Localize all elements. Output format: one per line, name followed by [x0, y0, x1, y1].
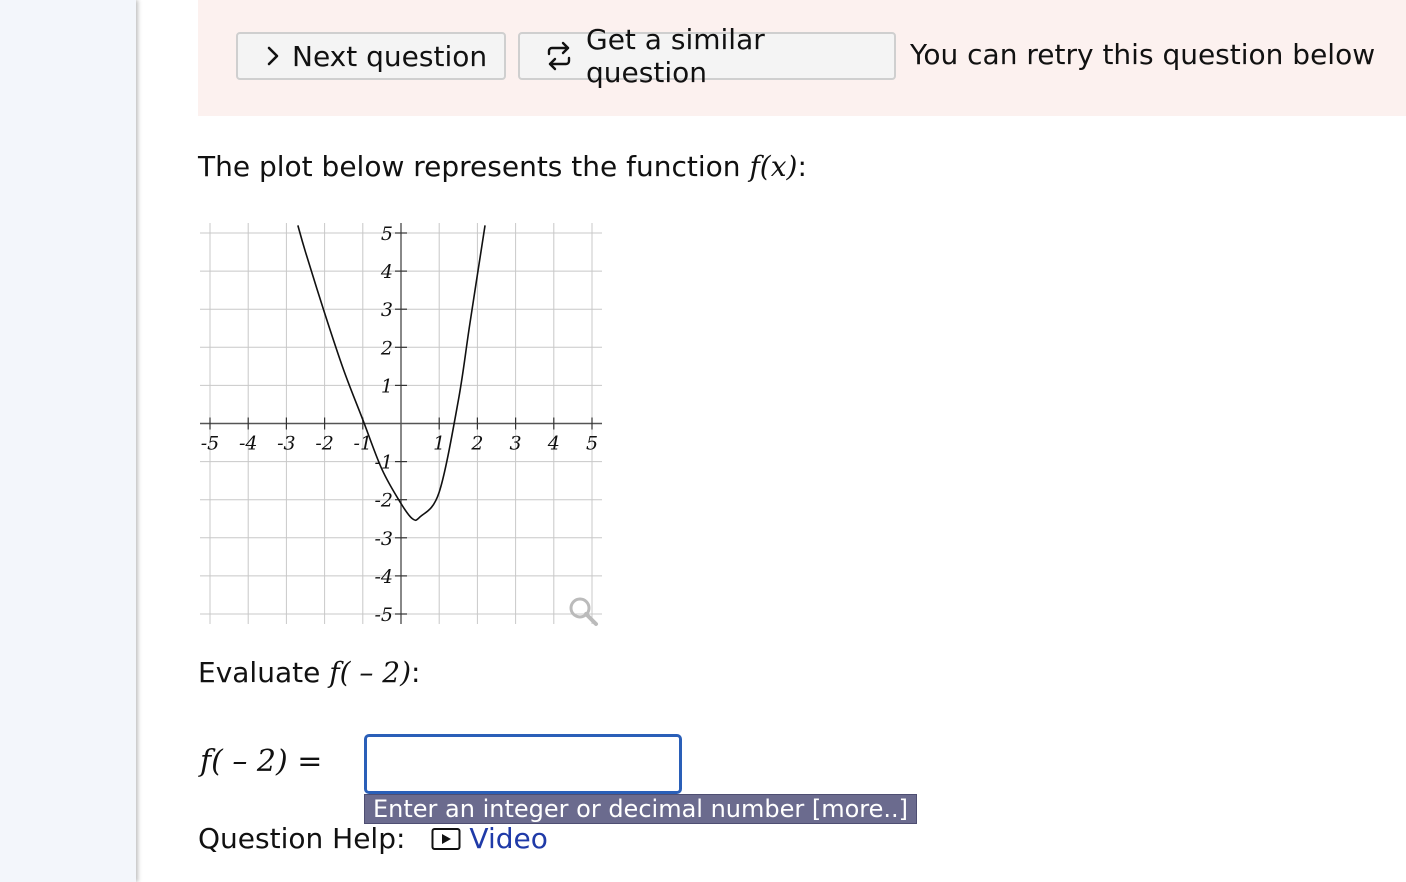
question-help-label: Question Help:	[198, 822, 406, 855]
answer-label: f( – 2) =	[200, 744, 323, 779]
answer-input[interactable]	[364, 734, 682, 794]
chevron-right-icon	[266, 45, 280, 67]
x-tick-label: -5	[201, 433, 220, 455]
video-link[interactable]: Video	[469, 822, 547, 855]
y-tick-label: 2	[380, 337, 393, 359]
y-tick-label: 4	[380, 261, 393, 283]
retry-message: You can retry this question below	[910, 38, 1376, 71]
y-tick-label: 5	[381, 223, 393, 245]
evaluate-suffix: :	[411, 656, 421, 689]
prompt-math: f(x)	[749, 150, 798, 183]
question-help: Question Help: Video	[198, 822, 548, 855]
x-tick-label: -2	[315, 433, 334, 455]
y-tick-label: 1	[381, 375, 393, 397]
y-tick-label: -5	[374, 604, 393, 626]
x-tick-label: 2	[470, 433, 483, 455]
next-question-button[interactable]: Next question	[236, 32, 506, 80]
prompt-text: The plot below represents the function	[198, 150, 750, 183]
evaluate-math: f( – 2)	[329, 656, 412, 689]
x-tick-label: 3	[510, 433, 522, 455]
prompt-suffix: :	[797, 150, 807, 183]
function-graph: -5 -4 -3 -2 -1 1 2 3 4 554321-1-2-3-4-5	[200, 223, 602, 626]
y-tick-label: -2	[374, 490, 393, 512]
next-question-label: Next question	[292, 39, 488, 73]
left-gutter	[0, 0, 136, 882]
y-tick-label: -1	[374, 452, 393, 474]
input-hint[interactable]: Enter an integer or decimal number [more…	[364, 794, 918, 824]
x-tick-label: 5	[586, 433, 598, 455]
x-tick-label: -3	[277, 433, 296, 455]
evaluate-text: Evaluate	[198, 656, 330, 689]
y-tick-label: 3	[381, 299, 393, 321]
x-tick-label: -4	[239, 433, 258, 455]
y-tick-label: -4	[374, 566, 393, 588]
x-tick-label: 4	[547, 433, 560, 455]
similar-question-label: Get a similar question	[586, 23, 765, 89]
repeat-icon	[544, 41, 574, 71]
y-tick-label: -3	[374, 528, 393, 550]
x-tick-label: 1	[433, 433, 445, 455]
evaluate-instruction: Evaluate f( – 2):	[198, 656, 420, 689]
play-icon	[431, 827, 461, 851]
question-prompt: The plot below represents the function f…	[198, 150, 807, 183]
similar-question-button[interactable]: Get a similar question	[518, 23, 896, 89]
